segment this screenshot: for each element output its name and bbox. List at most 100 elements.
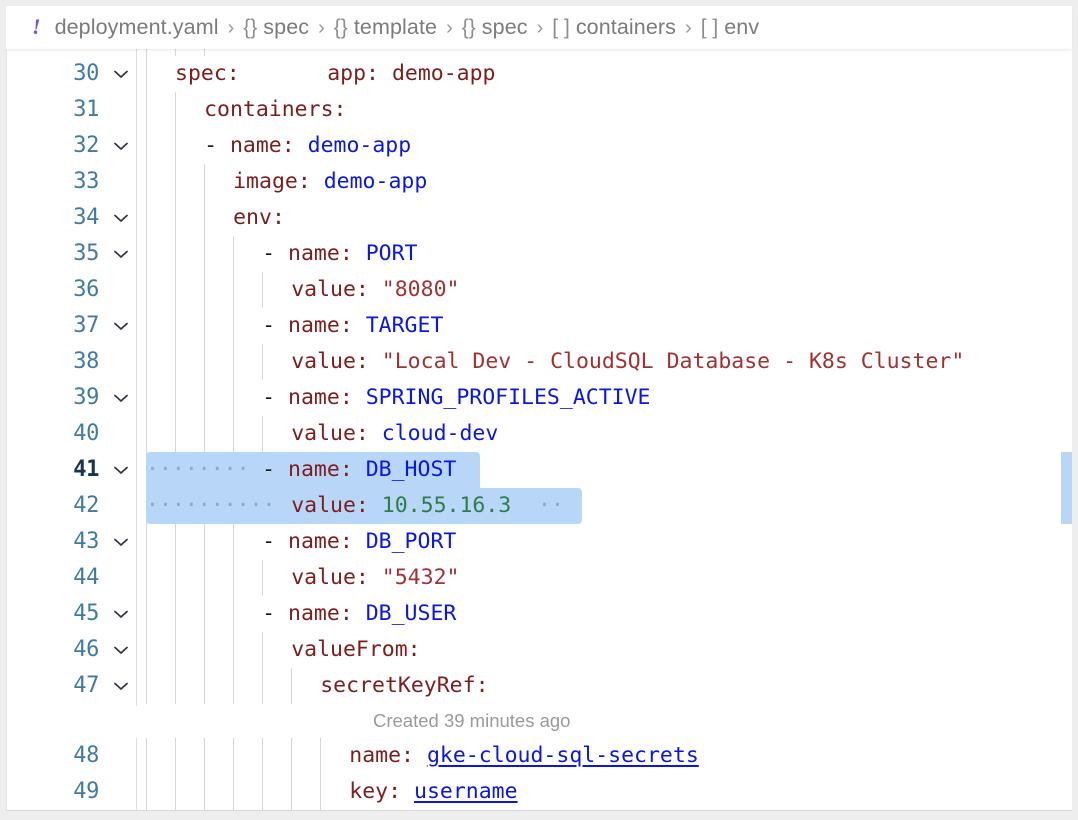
chevron-down-icon[interactable]	[108, 632, 134, 668]
token-k: spec:	[175, 61, 240, 86]
editor-window: ! deployment.yaml›{}spec›{}template›{}sp…	[0, 0, 1078, 820]
code-text[interactable]: - name: DB_HOST	[262, 452, 456, 488]
token-p: -	[262, 601, 288, 626]
breadcrumb-item-containers[interactable]: [ ]containers	[552, 15, 676, 40]
code-line[interactable]: 43- name: DB_PORT	[7, 524, 1072, 560]
breadcrumb-item-label: deployment.yaml	[55, 15, 219, 40]
breadcrumb-item-spec[interactable]: {}spec	[243, 15, 309, 40]
token-p: -	[262, 313, 288, 338]
breadcrumb[interactable]: ! deployment.yaml›{}spec›{}template›{}sp…	[6, 6, 1072, 49]
code-surface[interactable]: app: demo-app ···················· 30spe…	[7, 49, 1072, 811]
line-number: 42	[7, 488, 99, 524]
code-line[interactable]: 31containers:	[7, 92, 1072, 128]
code-line[interactable]: 30spec:	[7, 56, 1072, 92]
code-text[interactable]: valueFrom:	[291, 632, 420, 668]
code-text[interactable]: value: cloud-dev	[291, 416, 498, 452]
warning-icon[interactable]: !	[32, 16, 41, 38]
code-text[interactable]: env:	[233, 200, 285, 236]
code-text[interactable]: containers:	[204, 92, 346, 128]
code-line[interactable]: 35 - name: PORT	[7, 236, 1072, 272]
breadcrumb-separator-icon: ›	[537, 17, 544, 39]
code-line[interactable]: 46 valueFrom:	[7, 632, 1072, 668]
code-line[interactable]: 34env:	[7, 200, 1072, 236]
token-lnk[interactable]: username	[414, 779, 518, 804]
token-k: value:	[291, 349, 382, 374]
code-text[interactable]: - name: TARGET	[262, 308, 443, 344]
token-k: name:	[288, 601, 366, 626]
breadcrumb-separator-icon: ›	[685, 17, 692, 39]
token-k: name:	[230, 133, 308, 158]
code-line[interactable]: 47secretKeyRef:	[7, 668, 1072, 704]
code-line[interactable]: 45 - name: DB_USER	[7, 596, 1072, 632]
line-number: 46	[7, 632, 99, 668]
chevron-down-icon[interactable]	[108, 380, 134, 416]
token-lnk[interactable]: gke-cloud-sql-secrets	[427, 743, 699, 768]
code-text[interactable]: - name: demo-app	[204, 128, 411, 164]
token-k: value:	[291, 421, 382, 446]
line-number: 48	[7, 738, 99, 774]
chevron-down-icon[interactable]	[108, 200, 134, 236]
token-s: "Local Dev - CloudSQL Database - K8s Clu…	[382, 349, 964, 374]
clipped-line-partial: app: demo-app	[146, 49, 496, 56]
chevron-down-icon[interactable]	[108, 236, 134, 272]
line-number: 44	[7, 560, 99, 596]
breadcrumb-item-label: spec	[263, 15, 309, 40]
whitespace-dots: ··	[538, 488, 564, 524]
chevron-down-icon[interactable]	[108, 128, 134, 164]
token-k: name:	[288, 529, 366, 554]
token-v: demo-app	[308, 133, 412, 158]
token-v: PORT	[366, 241, 418, 266]
whitespace-dots: ········	[146, 452, 250, 488]
line-number: 35	[7, 236, 99, 272]
token-k: name:	[288, 241, 366, 266]
code-text[interactable]: - name: DB_USER	[262, 596, 456, 632]
code-line[interactable]: 40value: cloud-dev	[7, 416, 1072, 452]
code-line[interactable]: 49 key: username	[7, 774, 1072, 810]
code-text[interactable]: image: demo-app	[233, 164, 427, 200]
code-line[interactable]: 38value: "Local Dev - CloudSQL Database …	[7, 344, 1072, 380]
chevron-down-icon[interactable]	[108, 56, 134, 92]
chevron-down-icon[interactable]	[108, 308, 134, 344]
code-text[interactable]: secretKeyRef:	[320, 668, 488, 704]
chevron-down-icon[interactable]	[108, 596, 134, 632]
chevron-down-icon[interactable]	[108, 452, 134, 488]
code-line[interactable]: 39 - name: SPRING_PROFILES_ACTIVE	[7, 380, 1072, 416]
code-line[interactable]: 36value: "8080"	[7, 272, 1072, 308]
line-number: 49	[7, 774, 99, 810]
code-text[interactable]: - name: DB_PORT	[262, 524, 456, 560]
codelens-created[interactable]: Created 39 minutes ago	[373, 706, 570, 736]
breadcrumb-item-deployment-yaml[interactable]: deployment.yaml	[55, 15, 219, 40]
token-p: -	[262, 529, 288, 554]
object-kind-icon: {}	[334, 16, 348, 40]
breadcrumb-item-spec[interactable]: {}spec	[462, 15, 528, 40]
code-text[interactable]: - name: PORT	[262, 236, 417, 272]
breadcrumb-item-template[interactable]: {}template	[334, 15, 437, 40]
token-v: demo-app	[324, 169, 428, 194]
breadcrumb-list: deployment.yaml›{}spec›{}template›{}spec…	[55, 15, 760, 41]
code-text[interactable]: key: username	[349, 774, 517, 810]
code-text[interactable]: - name: SPRING_PROFILES_ACTIVE	[262, 380, 650, 416]
code-text[interactable]: value: "Local Dev - CloudSQL Database - …	[291, 344, 964, 380]
token-k: name:	[288, 457, 366, 482]
chevron-down-icon[interactable]	[108, 668, 134, 704]
code-text[interactable]: value: "8080"	[291, 272, 459, 308]
breadcrumb-item-env[interactable]: [ ]env	[701, 15, 759, 40]
code-line[interactable]: 48 name: gke-cloud-sql-secrets	[7, 738, 1072, 774]
line-number: 45	[7, 596, 99, 632]
token-k: name:	[288, 385, 366, 410]
line-number: 39	[7, 380, 99, 416]
token-k: value:	[291, 493, 382, 518]
code-line[interactable]: 44 value: "5432"	[7, 560, 1072, 596]
chevron-down-icon[interactable]	[108, 524, 134, 560]
code-editor[interactable]: app: demo-app ···················· 30spe…	[6, 49, 1072, 811]
overview-ruler-marker	[1061, 452, 1072, 524]
code-line[interactable]: 32- name: demo-app	[7, 128, 1072, 164]
code-text[interactable]: spec:	[175, 56, 240, 92]
token-v: DB_PORT	[366, 529, 457, 554]
code-text[interactable]: value: 10.55.16.3	[291, 488, 511, 524]
code-text[interactable]: value: "5432"	[291, 560, 459, 596]
code-text[interactable]: name: gke-cloud-sql-secrets	[349, 738, 699, 774]
code-line[interactable]: 37- name: TARGET	[7, 308, 1072, 344]
line-number: 33	[7, 164, 99, 200]
code-line[interactable]: 33 image: demo-app	[7, 164, 1072, 200]
